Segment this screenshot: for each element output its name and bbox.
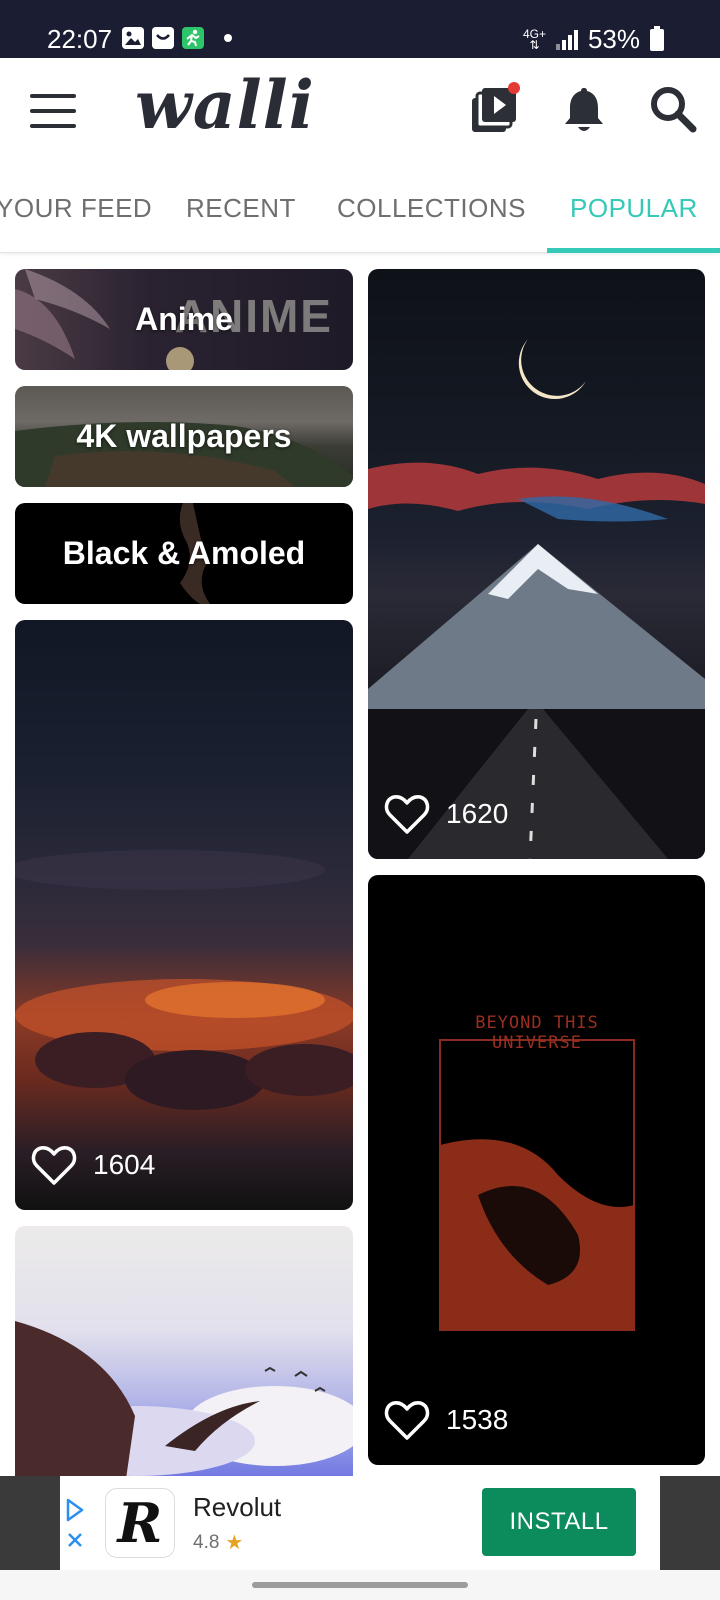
app-header: walli <box>0 58 720 163</box>
wallpaper-card-red-clouds[interactable]: 1604 <box>15 620 353 1210</box>
video-collection-icon[interactable] <box>468 82 524 138</box>
gallery-icon <box>122 27 144 49</box>
active-tab-indicator <box>547 248 720 253</box>
category-label-anime: Anime <box>135 301 233 337</box>
signal-icon <box>555 29 578 50</box>
likes-count: 1604 <box>93 1149 156 1180</box>
likes-count: 1620 <box>446 798 509 829</box>
tab-bar: YOUR FEED RECENT COLLECTIONS POPULAR <box>0 163 720 253</box>
dragon-art <box>15 1321 353 1486</box>
ad-banner: R Revolut 4.8 ★ INSTALL <box>0 1476 720 1570</box>
network-label: 4G+ <box>522 26 546 41</box>
search-icon[interactable] <box>646 82 702 138</box>
moon-mountain-art <box>368 339 705 859</box>
menu-icon[interactable] <box>30 94 76 128</box>
ad-title: Revolut <box>193 1492 282 1522</box>
video-notification-dot <box>508 82 520 94</box>
bell-icon[interactable] <box>556 82 612 138</box>
battery-icon <box>650 25 664 51</box>
category-card-amoled[interactable]: Black & Amoled <box>15 503 353 604</box>
ad-rating: 4.8 ★ <box>193 1530 243 1555</box>
ad-content[interactable]: R Revolut 4.8 ★ INSTALL <box>60 1476 660 1570</box>
tab-popular[interactable]: POPULAR <box>570 193 698 224</box>
status-bar: 22:07 4G+ ⇅ 53% <box>0 0 720 58</box>
status-time: 22:07 <box>47 24 113 54</box>
wallpaper-card-dragon[interactable] <box>15 1226 353 1486</box>
likes-counter: 1538 <box>384 1399 508 1441</box>
home-indicator[interactable] <box>252 1582 468 1588</box>
category-label-amoled: Black & Amoled <box>62 535 306 571</box>
likes-counter: 1620 <box>384 793 508 835</box>
tab-your-feed[interactable]: YOUR FEED <box>0 193 152 224</box>
beyond-universe-art <box>439 1039 635 1331</box>
heart-icon[interactable] <box>384 793 430 835</box>
tab-recent[interactable]: RECENT <box>186 193 296 224</box>
category-card-4k[interactable]: 4K wallpapers <box>15 386 353 487</box>
ad-choices-icon[interactable] <box>64 1490 86 1560</box>
message-icon <box>152 27 174 49</box>
category-label-4k: 4K wallpapers <box>76 418 292 454</box>
heart-icon[interactable] <box>31 1144 77 1186</box>
likes-counter: 1604 <box>31 1144 155 1186</box>
battery-percent: 53% <box>587 24 640 54</box>
app-logo: walli <box>135 66 315 144</box>
star-icon: ★ <box>225 1532 244 1554</box>
category-card-anime[interactable]: ANIME Anime <box>15 269 353 370</box>
notification-dot <box>224 34 232 42</box>
running-app-icon <box>182 27 204 49</box>
ad-app-logo: R <box>105 1488 175 1558</box>
likes-count: 1538 <box>446 1404 509 1435</box>
wallpaper-card-moon-mountain[interactable]: 1620 <box>368 269 705 859</box>
status-app-icons <box>122 27 232 49</box>
wallpaper-card-beyond-universe[interactable]: BEYOND THIS UNIVERSE 1538 <box>368 875 705 1465</box>
tab-collections[interactable]: COLLECTIONS <box>337 193 526 224</box>
network-type: 4G+ ⇅ <box>522 26 546 52</box>
status-right: 4G+ ⇅ 53% <box>523 24 664 55</box>
install-button[interactable]: INSTALL <box>482 1488 636 1556</box>
red-clouds-art <box>15 850 353 1110</box>
heart-icon[interactable] <box>384 1399 430 1441</box>
system-nav-bar <box>0 1570 720 1600</box>
ad-rating-value: 4.8 <box>193 1531 220 1553</box>
poster-title: BEYOND THIS UNIVERSE <box>475 1013 599 1053</box>
